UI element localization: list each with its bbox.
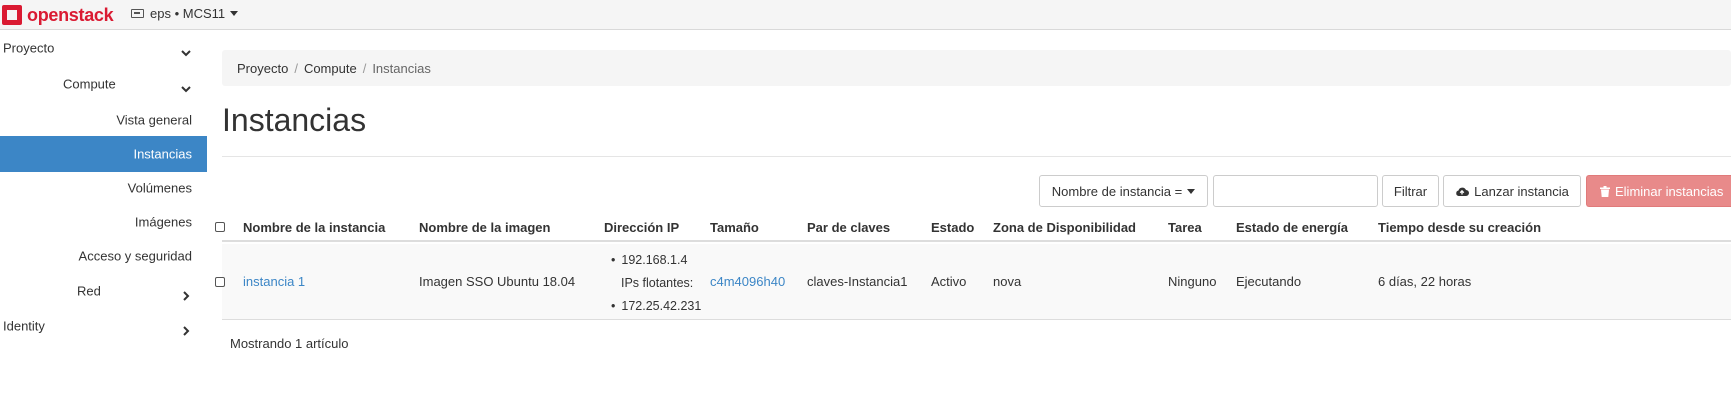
page-title: Instancias bbox=[222, 102, 367, 138]
column-header[interactable]: Tamaño bbox=[710, 220, 759, 235]
header-divider bbox=[222, 156, 1731, 157]
sidebar: Proyecto Compute Vista general Instancia… bbox=[0, 30, 207, 411]
sidebar-item-volumenes[interactable]: Volúmenes bbox=[0, 170, 207, 206]
sidebar-item-label: Vista general bbox=[116, 112, 192, 128]
sidebar-item-imagenes[interactable]: Imágenes bbox=[0, 204, 207, 240]
caret-down-icon bbox=[230, 11, 239, 16]
chevron-down-icon bbox=[181, 84, 191, 94]
main-content: Proyecto / Compute / Instancias Instanci… bbox=[215, 30, 1731, 411]
instance-age: 6 días, 22 horas bbox=[1378, 274, 1472, 289]
ip-address-list: 192.168.1.4 IPs flotantes: 172.25.42.231 bbox=[611, 252, 701, 321]
sidebar-item-proyecto[interactable]: Proyecto bbox=[0, 30, 207, 66]
project-selector[interactable]: eps • MCS11 bbox=[131, 6, 239, 21]
table-footer-count: Mostrando 1 artículo bbox=[230, 336, 349, 351]
top-navbar: openstack eps • MCS11 bbox=[0, 0, 1731, 30]
chevron-down-icon bbox=[181, 48, 191, 58]
sidebar-item-instancias[interactable]: Instancias bbox=[0, 136, 207, 172]
column-header[interactable]: Tarea bbox=[1168, 220, 1202, 235]
chevron-right-icon bbox=[181, 326, 191, 336]
breadcrumb-item-proyecto[interactable]: Proyecto bbox=[237, 61, 288, 76]
sidebar-item-label: Compute bbox=[63, 76, 116, 92]
keypair: claves-Instancia1 bbox=[807, 274, 908, 289]
fixed-ip: 192.168.1.4 bbox=[611, 252, 701, 275]
filter-input[interactable] bbox=[1213, 175, 1378, 207]
floating-ip: 172.25.42.231 bbox=[611, 298, 701, 321]
brand-text: openstack bbox=[27, 4, 114, 25]
sidebar-item-red[interactable]: Red bbox=[0, 273, 207, 309]
project-selector-label: eps • MCS11 bbox=[150, 6, 226, 21]
instance-status: Activo bbox=[931, 274, 967, 289]
breadcrumb: Proyecto / Compute / Instancias bbox=[222, 50, 1731, 86]
breadcrumb-item-compute[interactable]: Compute bbox=[304, 61, 357, 76]
sidebar-item-vista-general[interactable]: Vista general bbox=[0, 102, 207, 138]
breadcrumb-item-instancias: Instancias bbox=[372, 60, 431, 76]
row-checkbox[interactable] bbox=[215, 277, 225, 287]
launch-instance-label: Lanzar instancia bbox=[1474, 183, 1569, 199]
launch-instance-button[interactable]: Lanzar instancia bbox=[1443, 175, 1581, 207]
breadcrumb-separator: / bbox=[362, 60, 367, 76]
sidebar-item-label: Proyecto bbox=[3, 40, 55, 56]
instance-task: Ninguno bbox=[1168, 274, 1217, 289]
instance-image: Imagen SSO Ubuntu 18.04 bbox=[419, 274, 576, 289]
sidebar-item-label: Imágenes bbox=[134, 214, 192, 230]
column-header[interactable]: Nombre de la imagen bbox=[419, 220, 550, 235]
sidebar-item-identity[interactable]: Identity bbox=[0, 308, 207, 344]
openstack-logo-icon bbox=[2, 5, 22, 25]
instance-name-link[interactable]: instancia 1 bbox=[243, 274, 305, 289]
column-header[interactable]: Zona de Disponibilidad bbox=[993, 220, 1136, 235]
filter-field-select[interactable]: Nombre de instancia = bbox=[1039, 175, 1208, 207]
sidebar-item-label: Red bbox=[77, 283, 101, 299]
column-header[interactable]: Par de claves bbox=[807, 220, 890, 235]
power-state: Ejecutando bbox=[1236, 274, 1302, 289]
sidebar-item-label: Instancias bbox=[133, 146, 192, 162]
sidebar-item-label: Volúmenes bbox=[127, 180, 192, 196]
table-header: Nombre de la instancia Nombre de la imag… bbox=[215, 212, 1731, 242]
sidebar-item-label: Identity bbox=[3, 318, 45, 334]
availability-zone: nova bbox=[993, 274, 1022, 289]
brand[interactable]: openstack bbox=[2, 3, 114, 27]
floating-ips-label: IPs flotantes: bbox=[621, 276, 694, 290]
server-icon bbox=[131, 9, 144, 18]
filter-button[interactable]: Filtrar bbox=[1382, 175, 1439, 207]
column-header[interactable]: Nombre de la instancia bbox=[243, 220, 385, 235]
caret-down-icon bbox=[1187, 188, 1196, 194]
column-header[interactable]: Estado de energía bbox=[1236, 220, 1348, 235]
column-header[interactable]: Estado bbox=[931, 220, 974, 235]
delete-instances-label: Eliminar instancias bbox=[1615, 183, 1724, 199]
trash-icon bbox=[1600, 185, 1610, 197]
select-all-checkbox[interactable] bbox=[215, 222, 225, 232]
flavor-link[interactable]: c4m4096h40 bbox=[710, 274, 785, 289]
table-row: instancia 1 Imagen SSO Ubuntu 18.04 192.… bbox=[215, 244, 1731, 321]
column-header[interactable]: Dirección IP bbox=[604, 220, 679, 235]
column-header[interactable]: Tiempo desde su creación bbox=[1378, 220, 1541, 235]
delete-instances-button[interactable]: Eliminar instancias bbox=[1586, 175, 1731, 207]
chevron-right-icon bbox=[181, 291, 191, 301]
cloud-upload-icon bbox=[1455, 186, 1470, 197]
sidebar-item-label: Acceso y seguridad bbox=[78, 248, 192, 264]
sidebar-item-compute[interactable]: Compute bbox=[0, 66, 207, 102]
filter-field-label: Nombre de instancia = bbox=[1051, 183, 1183, 199]
sidebar-item-acceso-seguridad[interactable]: Acceso y seguridad bbox=[0, 238, 207, 274]
breadcrumb-separator: / bbox=[294, 60, 298, 76]
